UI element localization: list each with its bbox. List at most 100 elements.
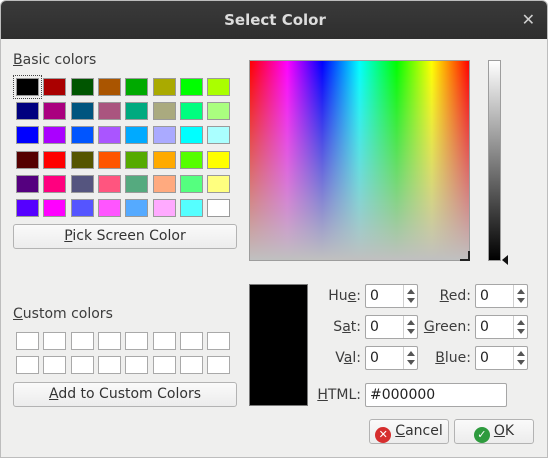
red-spinbox[interactable]: 0 <box>475 284 528 308</box>
red-decrement-icon[interactable] <box>517 298 525 303</box>
green-increment-icon[interactable] <box>517 320 525 325</box>
green-spinbox[interactable]: 0 <box>475 315 528 339</box>
custom-colors-label: Custom colors <box>13 306 113 322</box>
basic-color-swatch[interactable] <box>125 102 149 121</box>
basic-color-swatch[interactable] <box>97 78 121 96</box>
green-value: 0 <box>480 319 489 335</box>
basic-color-swatch[interactable] <box>43 150 67 169</box>
luminance-slider[interactable] <box>488 60 501 261</box>
basic-color-swatch[interactable] <box>207 78 231 96</box>
blue-spinbox[interactable]: 0 <box>475 346 528 370</box>
html-color-input[interactable]: #000000 <box>365 383 507 407</box>
basic-color-swatch[interactable] <box>70 78 94 96</box>
basic-color-swatch[interactable] <box>179 126 203 145</box>
basic-color-swatch[interactable] <box>125 174 149 193</box>
custom-color-swatch[interactable] <box>70 332 94 350</box>
green-decrement-icon[interactable] <box>517 329 525 334</box>
basic-color-swatch[interactable] <box>179 150 203 169</box>
basic-color-swatch[interactable] <box>16 150 39 169</box>
basic-color-swatch[interactable] <box>125 150 149 169</box>
basic-color-swatch[interactable] <box>97 102 121 121</box>
basic-color-swatch[interactable] <box>70 102 94 121</box>
sat-spinbox[interactable]: 0 <box>365 315 418 339</box>
basic-color-swatch[interactable] <box>43 126 67 145</box>
hue-label: Hue: <box>328 288 361 304</box>
custom-color-swatch[interactable] <box>43 356 67 374</box>
basic-color-swatch[interactable] <box>179 174 203 193</box>
basic-color-swatch[interactable] <box>125 126 149 145</box>
custom-color-swatch[interactable] <box>125 332 149 350</box>
custom-color-swatch[interactable] <box>16 356 39 374</box>
blue-decrement-icon[interactable] <box>517 360 525 365</box>
val-increment-icon[interactable] <box>407 351 415 356</box>
sat-increment-icon[interactable] <box>407 320 415 325</box>
custom-color-swatch[interactable] <box>16 332 39 350</box>
custom-color-swatch[interactable] <box>43 332 67 350</box>
basic-color-swatch[interactable] <box>125 199 149 217</box>
basic-color-swatch[interactable] <box>152 199 176 217</box>
basic-color-swatch[interactable] <box>13 75 42 99</box>
hue-decrement-icon[interactable] <box>407 298 415 303</box>
custom-color-swatch[interactable] <box>152 356 176 374</box>
basic-color-swatch[interactable] <box>207 102 231 121</box>
basic-colors-label: Basic colors <box>13 52 97 68</box>
hue-spinbox[interactable]: 0 <box>365 284 418 308</box>
basic-color-swatch[interactable] <box>43 102 67 121</box>
basic-color-swatch[interactable] <box>16 174 39 193</box>
basic-color-swatch[interactable] <box>43 78 67 96</box>
color-preview <box>249 284 308 406</box>
basic-color-swatch[interactable] <box>207 199 231 217</box>
pick-screen-color-button[interactable]: Pick Screen Color <box>13 224 237 249</box>
basic-color-swatch[interactable] <box>179 102 203 121</box>
cancel-icon: ✕ <box>375 427 392 443</box>
custom-color-swatch[interactable] <box>179 332 203 350</box>
basic-color-swatch[interactable] <box>152 126 176 145</box>
custom-color-swatch[interactable] <box>179 356 203 374</box>
custom-color-swatch[interactable] <box>97 356 121 374</box>
custom-color-swatch[interactable] <box>97 332 121 350</box>
add-to-custom-colors-button[interactable]: Add to Custom Colors <box>13 382 237 407</box>
basic-color-swatch[interactable] <box>207 174 231 193</box>
basic-color-swatch[interactable] <box>97 199 121 217</box>
basic-color-swatch[interactable] <box>179 199 203 217</box>
ok-button[interactable]: ✓ OK <box>454 419 534 444</box>
hue-saturation-picker[interactable] <box>249 60 470 261</box>
custom-color-swatch[interactable] <box>207 356 231 374</box>
custom-color-swatch[interactable] <box>207 332 231 350</box>
hue-increment-icon[interactable] <box>407 289 415 294</box>
blue-increment-icon[interactable] <box>517 351 525 356</box>
basic-color-swatch[interactable] <box>207 150 231 169</box>
val-decrement-icon[interactable] <box>407 360 415 365</box>
basic-color-swatch[interactable] <box>16 126 39 145</box>
basic-color-swatch[interactable] <box>97 126 121 145</box>
custom-color-swatch[interactable] <box>125 356 149 374</box>
basic-color-swatch[interactable] <box>97 150 121 169</box>
basic-color-swatch[interactable] <box>152 78 176 96</box>
picker-crosshair[interactable] <box>460 251 470 261</box>
sat-decrement-icon[interactable] <box>407 329 415 334</box>
basic-color-swatch[interactable] <box>16 102 39 121</box>
custom-color-swatch[interactable] <box>152 332 176 350</box>
val-label: Val: <box>335 350 361 366</box>
basic-color-swatch[interactable] <box>152 174 176 193</box>
cancel-button[interactable]: ✕ Cancel <box>369 419 449 444</box>
basic-color-swatch[interactable] <box>179 78 203 96</box>
basic-color-swatch[interactable] <box>152 150 176 169</box>
basic-color-swatch[interactable] <box>70 174 94 193</box>
basic-color-swatch[interactable] <box>16 199 39 217</box>
custom-color-swatch[interactable] <box>70 356 94 374</box>
close-icon[interactable]: ✕ <box>522 10 535 29</box>
basic-color-swatch[interactable] <box>70 126 94 145</box>
val-spinbox[interactable]: 0 <box>365 346 418 370</box>
red-increment-icon[interactable] <box>517 289 525 294</box>
sat-value: 0 <box>370 319 379 335</box>
basic-color-swatch[interactable] <box>97 174 121 193</box>
basic-color-swatch[interactable] <box>43 174 67 193</box>
basic-color-swatch[interactable] <box>43 199 67 217</box>
basic-color-swatch[interactable] <box>152 102 176 121</box>
basic-color-swatch[interactable] <box>125 78 149 96</box>
luminance-slider-handle[interactable] <box>502 255 508 265</box>
basic-color-swatch[interactable] <box>207 126 231 145</box>
basic-color-swatch[interactable] <box>70 150 94 169</box>
basic-color-swatch[interactable] <box>70 199 94 217</box>
